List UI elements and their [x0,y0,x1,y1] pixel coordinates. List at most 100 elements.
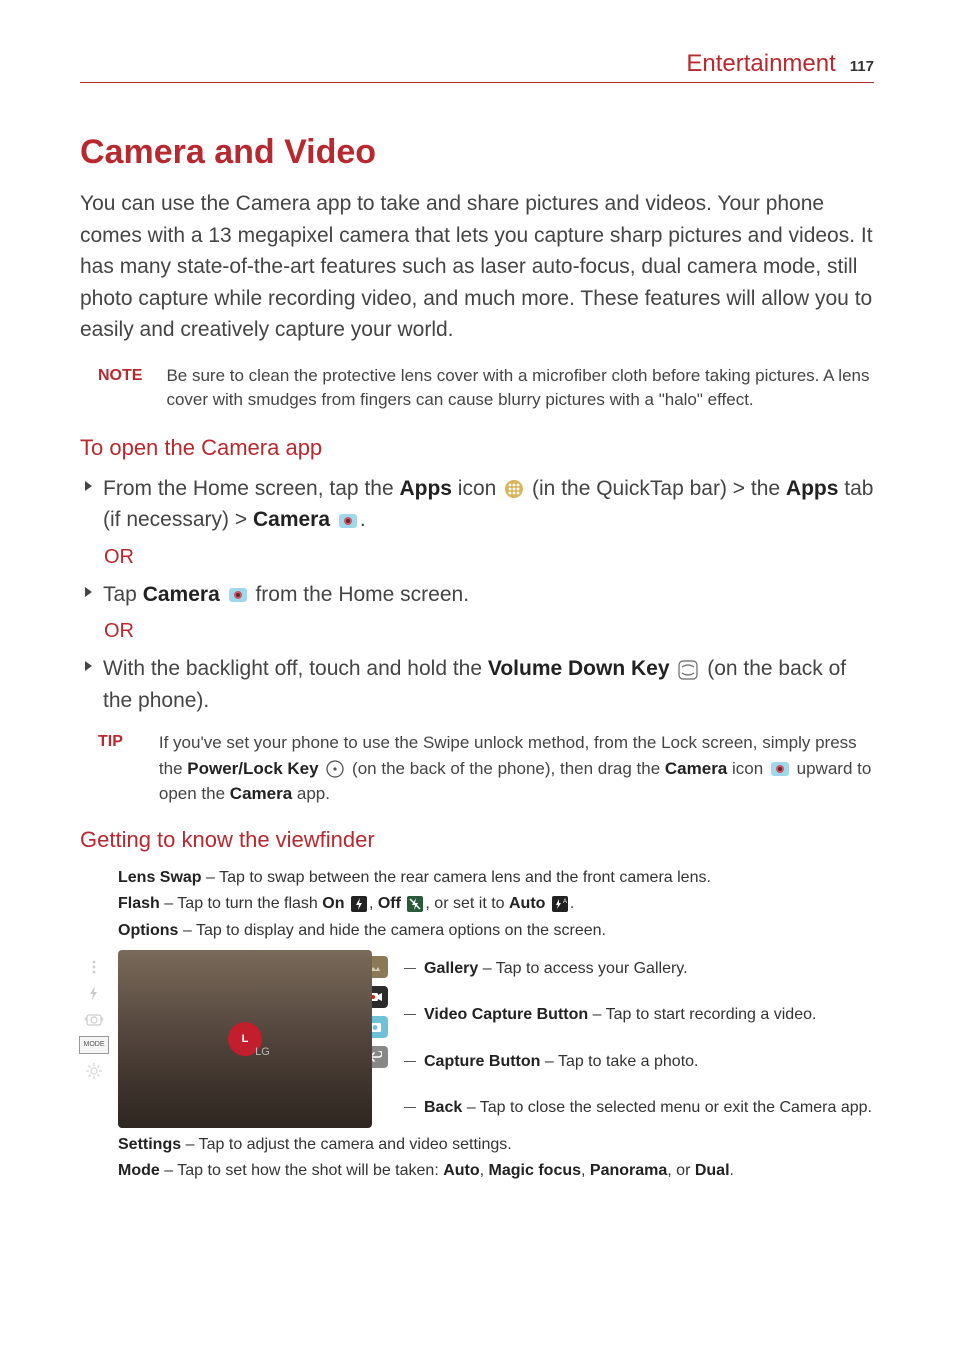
tip-block: TIP If you've set your phone to use the … [98,730,874,807]
text: From the Home screen, tap the [103,477,399,500]
step-2: Tap Camera from the Home screen. [84,579,874,611]
step-1-text: From the Home screen, tap the Apps icon … [103,473,874,536]
text-bold: Camera [665,759,727,778]
note-label: NOTE [98,364,142,413]
text-bold: On [322,895,344,912]
step-3: With the backlight off, touch and hold t… [84,653,874,716]
header-page-number: 117 [850,58,874,75]
text-bold: Panorama [590,1162,667,1179]
callout-lens-swap: Lens Swap – Tap to swap between the rear… [118,867,874,889]
text-bold: Lens Swap [118,869,202,886]
text: , [480,1162,489,1179]
text-bold: Camera [253,508,330,531]
text-bold: Options [118,922,178,939]
viewfinder-left-controls: MODE [80,950,108,1080]
note-text: Be sure to clean the protective lens cov… [166,364,874,413]
text: – Tap to close the selected menu or exit… [462,1099,872,1116]
or-separator: OR [104,620,874,643]
heading-open-camera: To open the Camera app [80,435,874,461]
text: , [581,1162,590,1179]
text-bold: Settings [118,1136,181,1153]
or-separator: OR [104,546,874,569]
text-bold: Dual [695,1162,730,1179]
connector-line [404,1014,416,1015]
flash-off-icon [407,896,423,912]
text-bold: Camera [230,784,292,803]
page-header: Entertainment 117 [80,50,874,83]
text-bold: Apps [786,477,839,500]
flash-icon[interactable] [85,984,103,1002]
text: (on the back of the phone), then drag th… [352,759,665,778]
bullet-triangle-icon [84,660,93,672]
callout-gallery: Gallery – Tap to access your Gallery. [404,958,874,980]
text-bold: Magic focus [489,1162,581,1179]
lens-swap-icon[interactable] [84,1010,104,1028]
intro-paragraph: You can use the Camera app to take and s… [80,188,874,346]
text-bold: Mode [118,1162,160,1179]
callout-mode: Mode – Tap to set how the shot will be t… [118,1160,874,1182]
text: – Tap to display and hide the camera opt… [178,922,606,939]
camera-app-icon [228,586,248,604]
callout-flash: Flash – Tap to turn the flash On , Off ,… [118,893,874,915]
flash-on-icon [351,896,367,912]
text-bold: Power/Lock Key [187,759,318,778]
camera-app-icon [770,760,790,778]
text: (in the QuickTap bar) > the [532,477,786,500]
text-bold: Gallery [424,960,478,977]
text: Tap [103,583,143,606]
text-bold: Flash [118,895,160,912]
callout-settings: Settings – Tap to adjust the camera and … [118,1134,874,1156]
callout-options: Options – Tap to display and hide the ca… [118,920,874,942]
text: from the Home screen. [255,583,469,606]
text-bold: Video Capture Button [424,1006,588,1023]
callout-capture: Capture Button – Tap to take a photo. [404,1051,874,1073]
tip-label: TIP [98,730,123,807]
header-section-title: Entertainment [686,50,835,78]
note-block: NOTE Be sure to clean the protective len… [98,364,874,413]
text: With the backlight off, touch and hold t… [103,657,488,680]
text: icon [452,477,502,500]
text: – Tap to turn the flash [160,895,322,912]
heading-viewfinder: Getting to know the viewfinder [80,827,874,853]
connector-line [404,968,416,969]
text-bold: Camera [143,583,220,606]
text: icon [727,759,768,778]
text-bold: Capture Button [424,1053,540,1070]
step-1: From the Home screen, tap the Apps icon … [84,473,874,536]
text: , or set it to [425,895,509,912]
apps-grid-icon [504,479,524,499]
text-bold: Apps [399,477,452,500]
callout-back: Back – Tap to close the selected menu or… [404,1097,874,1119]
preview-text: LG [255,1046,270,1058]
bullet-triangle-icon [84,586,93,598]
callout-video-capture: Video Capture Button – Tap to start reco… [404,1004,874,1026]
text: – Tap to swap between the rear camera le… [202,869,711,886]
text: – Tap to access your Gallery. [478,960,687,977]
settings-gear-icon[interactable] [85,1062,103,1080]
text: – Tap to adjust the camera and video set… [181,1136,512,1153]
text: . [360,508,366,531]
viewfinder-diagram: Lens Swap – Tap to swap between the rear… [80,867,874,1183]
text: – Tap to set how the shot will be taken: [160,1162,443,1179]
power-lock-key-icon [325,759,345,779]
step-2-text: Tap Camera from the Home screen. [103,579,874,611]
text: . [570,895,574,912]
text-bold: Off [378,895,401,912]
connector-line [404,1061,416,1062]
text-bold: Volume Down Key [488,657,670,680]
page-title: Camera and Video [80,133,874,172]
options-menu-icon[interactable] [85,958,103,976]
flash-auto-icon: A [552,896,568,912]
text: , [369,895,378,912]
tip-text: If you've set your phone to use the Swip… [159,730,874,807]
bullet-triangle-icon [84,480,93,492]
text: app. [292,784,330,803]
text: . [730,1162,734,1179]
text-bold: Back [424,1099,462,1116]
text: , or [667,1162,695,1179]
step-3-text: With the backlight off, touch and hold t… [103,653,874,716]
text-bold: Auto [443,1162,479,1179]
viewfinder-preview: L LG [118,950,372,1128]
text-bold: Auto [509,895,545,912]
mode-button[interactable]: MODE [79,1036,109,1054]
